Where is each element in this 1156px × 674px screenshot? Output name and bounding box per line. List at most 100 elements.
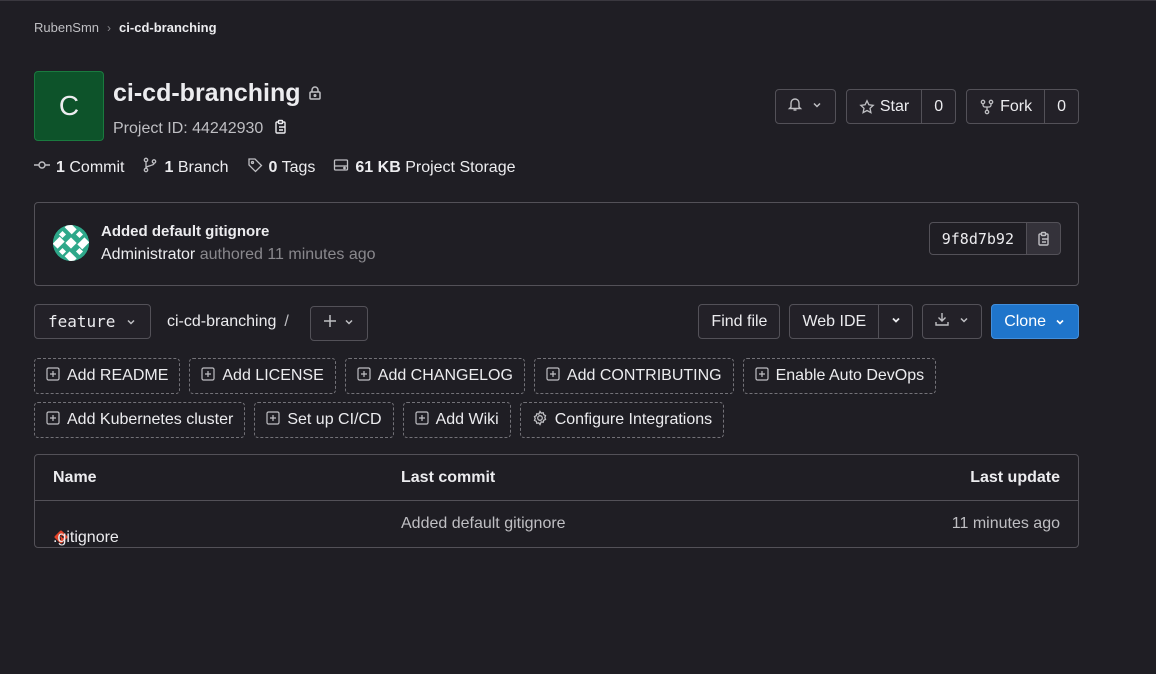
commits-stat[interactable]: 1 Commit [34, 157, 124, 178]
chevron-down-icon [958, 313, 970, 331]
configure-integrations-button[interactable]: Configure Integrations [519, 402, 725, 438]
configure-integrations-label: Configure Integrations [554, 411, 713, 428]
storage-stat[interactable]: 61 KB Project Storage [333, 157, 515, 178]
branches-count: 1 [164, 158, 174, 176]
repo-actions: Find file Web IDE Clone [698, 304, 1079, 339]
branches-label: Branch [177, 158, 229, 176]
star-button[interactable]: Star [845, 89, 923, 124]
chevron-down-icon [890, 313, 902, 331]
repo-toolbar: feature ci-cd-branching / Find file Web I… [34, 304, 1079, 341]
add-to-tree-dropdown[interactable] [310, 306, 368, 341]
column-header-last-update: Last update [970, 469, 1060, 486]
add-readme-label: Add README [67, 367, 169, 384]
add-contributing-button[interactable]: Add CONTRIBUTING [533, 358, 734, 394]
commit-author-link[interactable]: Administrator [101, 246, 195, 263]
chevron-right-icon: › [107, 20, 112, 35]
project-stats: 1 Commit 1 Branch 0 Tags 61 KB Project S… [34, 157, 515, 178]
quick-actions-row-2: Add Kubernetes cluster Set up CI/CD Add … [34, 402, 725, 438]
quick-actions-row-1: Add README Add LICENSE Add CHANGELOG Add… [34, 358, 937, 394]
plus-square-icon [46, 366, 60, 386]
chevron-down-icon [811, 98, 823, 116]
plus-square-icon [201, 366, 215, 386]
add-kubernetes-cluster-button[interactable]: Add Kubernetes cluster [34, 402, 246, 438]
column-header-last-commit: Last commit [401, 469, 496, 486]
plus-square-icon [546, 366, 560, 386]
project-title: ci-cd-branching [113, 79, 301, 107]
add-changelog-label: Add CHANGELOG [377, 367, 513, 384]
add-wiki-button[interactable]: Add Wiki [402, 402, 511, 438]
fork-label: Fork [1000, 97, 1033, 115]
fork-button[interactable]: Fork [966, 89, 1046, 124]
add-changelog-button[interactable]: Add CHANGELOG [344, 358, 525, 394]
fork-icon [979, 99, 995, 115]
copy-icon[interactable] [273, 119, 289, 140]
breadcrumb-project-link[interactable]: ci-cd-branching [119, 20, 217, 35]
copy-sha-icon[interactable] [1027, 222, 1061, 255]
breadcrumb: RubenSmn › ci-cd-branching [34, 20, 217, 35]
project-id: Project ID: 44242930 [113, 117, 289, 140]
branch-selector[interactable]: feature [34, 304, 152, 339]
commit-meta: Administrator authored 11 minutes ago [101, 246, 376, 264]
commit-sha[interactable]: 9f8d7b92 [928, 222, 1027, 255]
bell-icon [787, 96, 803, 117]
chevron-down-icon [1054, 316, 1066, 328]
plus-icon [323, 314, 337, 333]
commit-icon [34, 157, 50, 178]
web-ide-button[interactable]: Web IDE [789, 304, 880, 339]
storage-count: 61 KB [355, 158, 401, 176]
repo-path-link[interactable]: ci-cd-branching [167, 313, 276, 330]
column-header-name: Name [53, 469, 97, 486]
breadcrumb-namespace-link[interactable]: RubenSmn [34, 20, 99, 35]
notifications-dropdown[interactable] [774, 89, 836, 124]
add-license-label: Add LICENSE [222, 367, 324, 384]
tags-stat[interactable]: 0 Tags [247, 157, 316, 178]
enable-auto-devops-button[interactable]: Enable Auto DevOps [742, 358, 937, 394]
branch-name: feature [48, 312, 116, 331]
file-last-commit-link[interactable]: Added default gitignore [401, 515, 566, 533]
plus-square-icon [357, 366, 371, 386]
plus-square-icon [414, 410, 429, 430]
web-ide-group: Web IDE [789, 304, 914, 339]
download-dropdown[interactable] [922, 304, 983, 339]
tag-icon [247, 157, 263, 178]
file-last-update: 11 minutes ago [951, 515, 1060, 532]
plus-square-icon [46, 410, 60, 430]
star-count[interactable]: 0 [922, 89, 957, 124]
storage-label: Project Storage [405, 158, 516, 176]
branches-stat[interactable]: 1 Branch [142, 157, 229, 178]
commit-sha-group: 9f8d7b92 [928, 222, 1061, 255]
enable-auto-devops-label: Enable Auto DevOps [775, 367, 925, 384]
download-icon [934, 311, 950, 332]
project-header-actions: Star 0 Fork 0 [774, 89, 1079, 124]
project-id-label: Project ID: 44242930 [113, 119, 264, 137]
fork-group: Fork 0 [966, 89, 1079, 124]
add-contributing-label: Add CONTRIBUTING [566, 367, 722, 384]
disk-icon [333, 157, 349, 178]
fork-count[interactable]: 0 [1045, 89, 1079, 124]
project-avatar: C [34, 71, 104, 141]
tags-count: 0 [268, 158, 278, 176]
gear-icon [532, 409, 548, 431]
web-ide-dropdown[interactable] [879, 304, 914, 339]
last-commit-panel: Added default gitignore Administrator au… [34, 202, 1079, 286]
star-icon [859, 98, 875, 115]
author-avatar[interactable] [53, 225, 89, 261]
branch-icon [142, 157, 158, 178]
commit-authored-time: authored 11 minutes ago [199, 246, 376, 263]
repo-path: ci-cd-branching / [167, 313, 289, 331]
lock-icon [307, 85, 323, 106]
set-up-ci-cd-button[interactable]: Set up CI/CD [254, 402, 394, 438]
clone-dropdown[interactable]: Clone [991, 304, 1079, 339]
add-license-button[interactable]: Add LICENSE [189, 358, 336, 394]
plus-square-icon [755, 366, 769, 386]
path-separator: / [284, 313, 289, 330]
chevron-down-icon [343, 315, 355, 333]
table-row: .gitignore Added default gitignore 11 mi… [35, 501, 1078, 547]
plus-square-icon [266, 410, 280, 430]
project-title-wrap: ci-cd-branching [113, 79, 323, 108]
add-readme-button[interactable]: Add README [34, 358, 181, 394]
tags-label: Tags [281, 158, 316, 176]
commit-title-link[interactable]: Added default gitignore [101, 223, 269, 240]
find-file-button[interactable]: Find file [698, 304, 781, 339]
chevron-down-icon [125, 316, 137, 328]
